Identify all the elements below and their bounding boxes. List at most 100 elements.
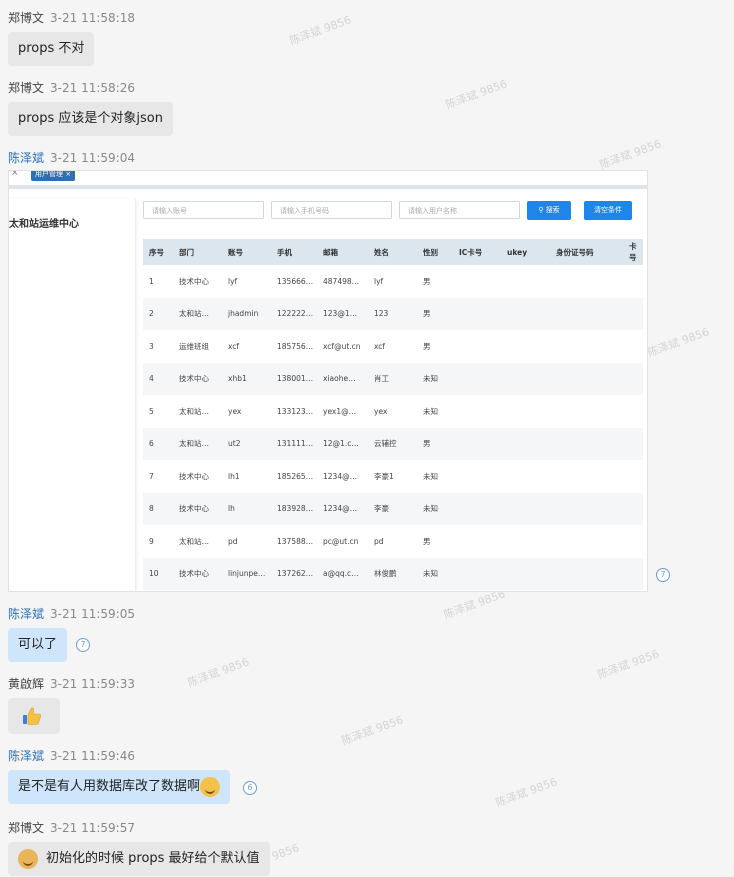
table-cell (501, 362, 550, 395)
table-cell (501, 265, 550, 298)
table-cell: 男 (423, 276, 431, 286)
message: 陈泽斌 3-21 11:59:46 是不是有人用数据库改了数据啊 (8, 748, 231, 804)
read-count-badge[interactable]: 7 (656, 568, 670, 582)
table-cell: 131111… (271, 427, 317, 460)
reset-button[interactable]: 清空条件 (584, 201, 632, 220)
sender-name[interactable]: 黄啟辉 (8, 677, 44, 691)
table-cell: 未知 (417, 362, 453, 395)
table-cell: xcf (374, 341, 386, 351)
table-row[interactable]: 2 太和站… jhadmin 122222… 123@1… 123 男 (143, 297, 643, 330)
table-cell (501, 525, 550, 558)
sender-name[interactable]: 郑博文 (8, 11, 44, 25)
table-row[interactable]: 5 太和站… yex 133123… yex1@… yex 未知 (143, 395, 643, 428)
table-cell (550, 525, 623, 558)
table-cell: 男 (423, 341, 431, 351)
read-count-badge[interactable]: 6 (243, 781, 257, 795)
column-header: 姓名 (368, 239, 417, 265)
table-cell (623, 492, 643, 525)
table-cell: 4 (143, 362, 173, 395)
table-cell: ut2 (222, 427, 271, 460)
table-cell: 未知 (423, 471, 438, 481)
table-cell: yex (228, 406, 242, 416)
table-cell: xcf@ut.cn (323, 341, 361, 351)
table-cell: 122222… (271, 297, 317, 330)
table-row[interactable]: 9 太和站… pd 137588… pc@ut.cn pd 男 (143, 525, 643, 558)
column-header: 账号 (222, 239, 271, 265)
table-cell: 太和站… (173, 427, 222, 460)
table-cell (550, 492, 623, 525)
table-cell: 7 (149, 471, 154, 481)
table-row[interactable]: 1 技术中心 lyf 135666… 487498… lyf 男 (143, 265, 643, 298)
column-header: 身份证号码 (550, 239, 623, 265)
table-cell: 男 (417, 297, 453, 330)
table-cell (501, 557, 550, 590)
watermark: 陈泽斌 9856 (339, 713, 405, 748)
table-cell: lyf (228, 276, 238, 286)
table-cell: 6 (143, 427, 173, 460)
table-cell (623, 265, 643, 298)
table-cell: 123 (368, 297, 417, 330)
table-cell: yex (374, 406, 388, 416)
table-row[interactable]: 10 技术中心 linjunpe… 137262… a@qq.c… 林俊鹏 未知 (143, 557, 643, 590)
table-cell: lh1 (228, 471, 240, 481)
table-row[interactable]: 4 技术中心 xhb1 138001… xiaohe… 肖工 未知 (143, 362, 643, 395)
sender-name[interactable]: 郑博文 (8, 81, 44, 95)
table-cell (453, 525, 501, 558)
table-cell: jhadmin (222, 297, 271, 330)
column-header: 部门 (173, 239, 222, 265)
table-cell (453, 362, 501, 395)
table-cell (501, 330, 550, 363)
table-row[interactable]: 3 运维班组 xcf 185756… xcf@ut.cn xcf 男 (143, 330, 643, 363)
watermark: 陈泽斌 9856 (443, 77, 509, 112)
read-count-badge[interactable]: 7 (76, 638, 90, 652)
message-time: 3-21 11:59:05 (50, 607, 135, 621)
table-cell: 运维班组 (179, 341, 209, 351)
message-bubble[interactable]: 可以了 (8, 628, 68, 662)
phone-input[interactable]: 请输入手机号码 (271, 201, 392, 219)
sender-name[interactable]: 陈泽斌 (8, 607, 44, 621)
table-cell (501, 427, 550, 460)
close-icon[interactable]: × (11, 171, 19, 178)
message-bubble[interactable] (8, 698, 60, 734)
message-bubble[interactable]: props 应该是个对象json (8, 102, 173, 136)
table-cell: 太和站… (179, 406, 209, 416)
tab-user-management[interactable]: 用户管理 × (31, 170, 76, 181)
table-cell: 133123… (277, 406, 314, 416)
table-cell (623, 395, 643, 428)
search-button-label: 搜索 (545, 206, 560, 214)
table-cell (623, 427, 643, 460)
message-bubble[interactable]: 初始化的时候 props 最好给个默认值 (8, 842, 270, 876)
table-cell: xiaohe… (317, 362, 368, 395)
table-cell: 太和站… (179, 536, 209, 546)
tab-label: 用户管理 (35, 170, 63, 178)
message-bubble[interactable]: props 不对 (8, 32, 95, 66)
table-row[interactable]: 8 技术中心 lh 183928… 1234@… 李豪 未知 (143, 492, 643, 525)
table-row[interactable]: 6 太和站… ut2 131111… 12@1.c… 云辅控男 (143, 427, 643, 460)
table-cell (550, 557, 623, 590)
message-bubble[interactable]: 是不是有人用数据库改了数据啊 (8, 770, 231, 804)
table-cell: 1 (149, 276, 154, 286)
org-tree-node[interactable]: 太和站运维中心 (9, 215, 79, 230)
sender-name[interactable]: 陈泽斌 (8, 749, 44, 763)
screenshot-image[interactable]: × 用户管理 × 太和站运维中心 请输入账号 请输入手机号码 请输入用户名称 ⚲… (8, 170, 648, 592)
sender-name[interactable]: 陈泽斌 (8, 151, 44, 165)
table-cell: 未知 (417, 492, 453, 525)
table-cell: 太和站… (173, 297, 222, 330)
sender-name[interactable]: 郑博文 (8, 821, 44, 835)
table-cell (550, 395, 623, 428)
table-row[interactable]: 7 技术中心 lh1 185265… 1234@… 李豪1 未知 (143, 460, 643, 493)
table-cell (623, 460, 643, 493)
username-input[interactable]: 请输入用户名称 (399, 201, 520, 219)
search-button[interactable]: ⚲ 搜索 (527, 201, 571, 220)
table-cell: yex1@… (323, 406, 357, 416)
table-cell: 未知 (423, 406, 438, 416)
column-header: 手机 (271, 239, 317, 265)
message-text: 是不是有人用数据库改了数据啊 (18, 779, 201, 794)
table-cell: 技术中心 (179, 276, 209, 286)
message-time: 3-21 11:59:04 (50, 151, 135, 165)
table-cell (501, 395, 550, 428)
table-cell (550, 460, 623, 493)
message-time: 3-21 11:58:26 (50, 81, 135, 95)
account-input[interactable]: 请输入账号 (143, 201, 264, 219)
message-time: 3-21 11:58:18 (50, 11, 135, 25)
